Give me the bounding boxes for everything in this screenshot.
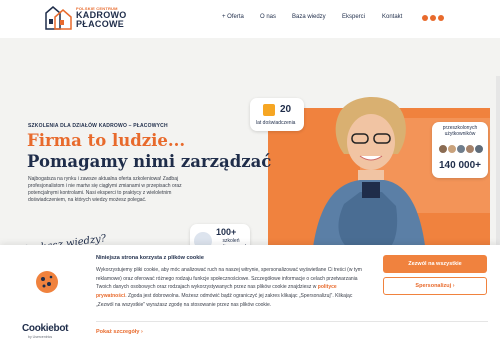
show-details-label: Pokaż szczegóły — [96, 329, 140, 335]
badge-users-label: przeszkolonych użytkowników — [442, 125, 478, 137]
nav-eksperci[interactable]: Eksperci — [342, 14, 365, 20]
cookiebot-logo: Cookiebot — [22, 323, 69, 334]
header: POLSKIE CENTRUM KADROWO PŁACOWE + Oferta… — [0, 0, 500, 38]
calendar-icon — [263, 104, 275, 116]
chevron-right-icon: › — [140, 329, 143, 335]
cookie-banner: Cookiebot by Usercentrics Niniejsza stro… — [0, 245, 500, 348]
nav-baza-wiedzy[interactable]: Baza wiedzy — [292, 14, 326, 20]
cookie-text: Wykorzystujemy pliki cookie, aby móc ana… — [96, 266, 368, 310]
allow-all-button[interactable]: Zezwól na wszystkie — [383, 255, 487, 273]
nav-o-nas[interactable]: O nas — [260, 14, 276, 20]
hero-description: Najbogatsza na rynku i zawsze aktualna o… — [28, 176, 182, 203]
cookie-text-after: . Zgoda jest dobrowolna. Możesz odmówić … — [96, 293, 353, 308]
divider — [96, 321, 488, 322]
cookiebot-sub: by Usercentrics — [28, 335, 53, 339]
instagram-icon[interactable] — [438, 15, 444, 21]
customize-label: Spersonalizuj — [415, 283, 452, 289]
badge-users: przeszkolonych użytkowników 140 000+ — [432, 122, 488, 178]
page: { "header": { "logo": {"line1": "POLSKIE… — [0, 0, 500, 348]
badge-users-value: 140 000+ — [439, 160, 481, 171]
facebook-icon[interactable] — [422, 15, 428, 21]
site-logo[interactable]: POLSKIE CENTRUM KADROWO PŁACOWE — [43, 4, 151, 32]
customize-button[interactable]: Spersonalizuj › — [383, 277, 487, 295]
hero-eyebrow: SZKOLENIA DLA DZIAŁÓW KADROWO – PŁACOWYC… — [28, 123, 168, 129]
cookie-icon — [36, 271, 58, 293]
show-details-link[interactable]: Pokaż szczegóły › — [96, 329, 143, 335]
nav-kontakt[interactable]: Kontakt — [382, 14, 402, 20]
logo-line3: PŁACOWE — [76, 19, 125, 29]
badge-experience-value: 20 — [280, 104, 292, 115]
badge-trainings-value: 100+ — [216, 227, 237, 237]
linkedin-icon[interactable] — [430, 15, 436, 21]
badge-experience-label: lat doświadczenia — [256, 120, 296, 126]
badge-experience: 20 lat doświadczenia — [250, 98, 304, 131]
chevron-right-icon: › — [452, 283, 455, 289]
hero-title-line1: Firma to ludzie... — [27, 131, 186, 150]
avatar — [474, 144, 484, 154]
hero-title-line2: Pomagamy nimi zarządzać — [27, 152, 272, 171]
nav-oferta[interactable]: + Oferta — [222, 14, 244, 20]
logo-icon — [45, 6, 72, 30]
cookie-title: Niniejsza strona korzysta z plików cooki… — [96, 255, 204, 261]
